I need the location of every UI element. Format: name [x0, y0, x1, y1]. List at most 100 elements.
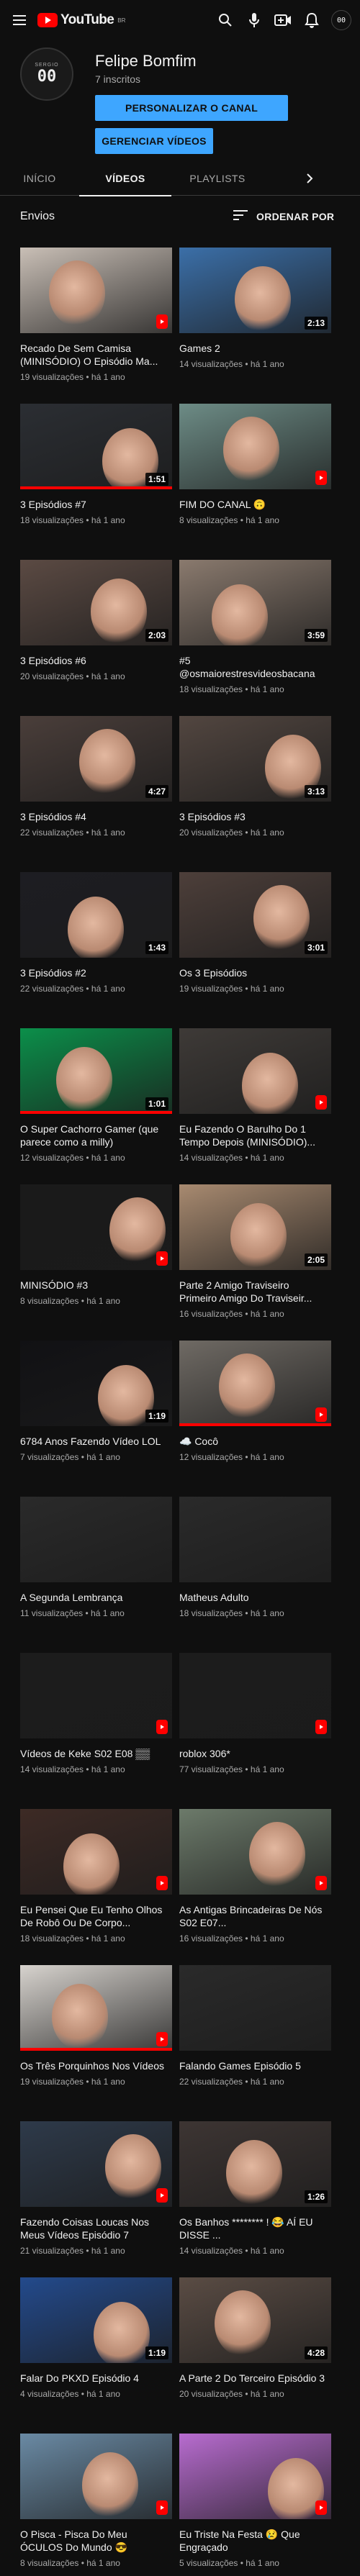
video-card[interactable]: Falando Games Episódio 5 22 visualizações… [179, 1965, 331, 2121]
tab-videos[interactable]: VÍDEOS [79, 161, 171, 196]
video-thumbnail[interactable]: 4:27 [20, 716, 172, 802]
video-card[interactable]: A Segunda Lembrança 11 visualizações • há… [20, 1497, 172, 1653]
video-title[interactable]: Recado De Sem Camisa (MINISÓDIO) O Episó… [20, 342, 172, 368]
video-card[interactable]: Matheus Adulto 18 visualizações • há 1 an… [179, 1497, 331, 1653]
video-thumbnail[interactable] [20, 1809, 172, 1895]
video-card[interactable]: 4:28 A Parte 2 Do Terceiro Episódio 3 20 v… [179, 2277, 331, 2434]
video-title[interactable]: roblox 306* [179, 1747, 331, 1760]
video-thumbnail[interactable]: 2:13 [179, 248, 331, 333]
video-thumbnail[interactable] [20, 1184, 172, 1270]
video-title[interactable]: FIM DO CANAL 🙃 [179, 498, 331, 511]
microphone-icon[interactable] [245, 11, 264, 30]
menu-icon[interactable] [9, 8, 33, 32]
search-icon[interactable] [216, 11, 235, 30]
video-card[interactable]: 3:13 3 Episódios #3 20 visualizações • há … [179, 716, 331, 872]
video-card[interactable]: MINISÓDIO #3 8 visualizações • há 1 ano [20, 1184, 172, 1341]
video-title[interactable]: 3 Episódios #3 [179, 810, 331, 823]
video-thumbnail[interactable] [20, 248, 172, 333]
video-thumbnail[interactable]: 1:19 [20, 1341, 172, 1426]
video-card[interactable]: As Antigas Brincadeiras De Nós S02 E07..… [179, 1809, 331, 1965]
video-thumbnail[interactable] [20, 2121, 172, 2207]
video-thumbnail[interactable]: 3:13 [179, 716, 331, 802]
video-card[interactable]: 2:13 Games 2 14 visualizações • há 1 ano [179, 248, 331, 404]
video-title[interactable]: 3 Episódios #6 [20, 654, 172, 667]
video-card[interactable]: 1:19 6784 Anos Fazendo Vídeo LOL 7 visuali… [20, 1341, 172, 1497]
video-card[interactable]: Os Três Porquinhos Nos Vídeos 19 visualiz… [20, 1965, 172, 2121]
video-card[interactable]: Fazendo Coisas Loucas Nos Meus Vídeos Ep… [20, 2121, 172, 2277]
video-title[interactable]: ☁️ Cocô [179, 1435, 331, 1448]
video-thumbnail[interactable]: 2:05 [179, 1184, 331, 1270]
video-title[interactable]: Falando Games Episódio 5 [179, 2059, 331, 2072]
video-thumbnail[interactable]: 1:01 [20, 1028, 172, 1114]
sort-by-button[interactable]: ORDENAR POR [233, 210, 334, 222]
video-title[interactable]: Fazendo Coisas Loucas Nos Meus Vídeos Ep… [20, 2216, 172, 2241]
video-title[interactable]: Eu Pensei Que Eu Tenho Olhos De Robô Ou … [20, 1903, 172, 1929]
video-title[interactable]: Falar Do PKXD Episódio 4 [20, 2372, 172, 2385]
video-title[interactable]: Eu Triste Na Festa 😢 Que Engraçado [179, 2528, 331, 2554]
video-title[interactable]: Os Banhos ******** ! 😂 AÍ EU DISSE ... [179, 2216, 331, 2241]
video-thumbnail[interactable] [20, 1653, 172, 1738]
notifications-bell-icon[interactable] [302, 11, 321, 30]
video-title[interactable]: 3 Episódios #2 [20, 966, 172, 979]
video-thumbnail[interactable]: 1:43 [20, 872, 172, 958]
video-card[interactable]: O Pisca - Pisca Do Meu ÓCULOS Do Mundo 😎… [20, 2434, 172, 2576]
video-card[interactable]: 3:01 Os 3 Episódios 19 visualizações • há … [179, 872, 331, 1028]
video-title[interactable]: MINISÓDIO #3 [20, 1279, 172, 1292]
video-card[interactable]: Vídeos de Keke S02 E08 ▒▒ 14 visualizaçõe… [20, 1653, 172, 1809]
video-thumbnail[interactable] [179, 404, 331, 489]
video-card[interactable]: Eu Triste Na Festa 😢 Que Engraçado 5 visu… [179, 2434, 331, 2576]
video-title[interactable]: Vídeos de Keke S02 E08 ▒▒ [20, 1747, 172, 1760]
video-thumbnail[interactable]: 1:26 [179, 2121, 331, 2207]
video-card[interactable]: roblox 306* 77 visualizações • há 1 ano [179, 1653, 331, 1809]
video-card[interactable]: Eu Fazendo O Barulho Do 1 Tempo Depois (… [179, 1028, 331, 1184]
manage-videos-button[interactable]: GERENCIAR VÍDEOS [95, 128, 213, 154]
video-thumbnail[interactable] [179, 1809, 331, 1895]
video-card[interactable]: 1:26 Os Banhos ******** ! 😂 AÍ EU DISSE .… [179, 2121, 331, 2277]
video-thumbnail[interactable]: 1:19 [20, 2277, 172, 2363]
customize-channel-button[interactable]: PERSONALIZAR O CANAL [95, 95, 288, 121]
video-card[interactable]: 1:51 3 Episódios #7 18 visualizações • há … [20, 404, 172, 560]
video-title[interactable]: O Pisca - Pisca Do Meu ÓCULOS Do Mundo 😎 [20, 2528, 172, 2554]
create-video-icon[interactable] [274, 11, 292, 30]
video-card[interactable]: 4:27 3 Episódios #4 22 visualizações • há … [20, 716, 172, 872]
video-title[interactable]: Parte 2 Amigo Traviseiro Primeiro Amigo … [179, 1279, 331, 1305]
video-card[interactable]: ☁️ Cocô 12 visualizações • há 1 ano [179, 1341, 331, 1497]
video-thumbnail[interactable] [179, 2434, 331, 2519]
video-card[interactable]: 1:19 Falar Do PKXD Episódio 4 4 visualizaç… [20, 2277, 172, 2434]
video-card[interactable]: 2:03 3 Episódios #6 20 visualizações • há … [20, 560, 172, 716]
video-title[interactable]: A Segunda Lembrança [20, 1591, 172, 1604]
video-title[interactable]: #5 @osmaiorestresvideosbacana [179, 654, 331, 680]
video-card[interactable]: 3:59 #5 @osmaiorestresvideosbacana 18 visu… [179, 560, 331, 716]
video-thumbnail[interactable]: 2:03 [20, 560, 172, 645]
video-thumbnail[interactable] [20, 2434, 172, 2519]
video-thumbnail[interactable]: 4:28 [179, 2277, 331, 2363]
video-title[interactable]: O Super Cachorro Gamer (que parece como … [20, 1123, 172, 1148]
chevron-right-icon[interactable] [302, 171, 317, 186]
video-thumbnail[interactable]: 1:51 [20, 404, 172, 489]
video-title[interactable]: Os Três Porquinhos Nos Vídeos [20, 2059, 172, 2072]
youtube-logo[interactable]: YouTube BR [37, 12, 125, 28]
video-thumbnail[interactable] [179, 1653, 331, 1738]
video-title[interactable]: 3 Episódios #4 [20, 810, 172, 823]
video-thumbnail[interactable] [179, 1341, 331, 1426]
video-title[interactable]: A Parte 2 Do Terceiro Episódio 3 [179, 2372, 331, 2385]
video-title[interactable]: Matheus Adulto [179, 1591, 331, 1604]
video-card[interactable]: Recado De Sem Camisa (MINISÓDIO) O Episó… [20, 248, 172, 404]
video-title[interactable]: Eu Fazendo O Barulho Do 1 Tempo Depois (… [179, 1123, 331, 1148]
account-avatar[interactable]: 00 [331, 10, 351, 30]
video-card[interactable]: Eu Pensei Que Eu Tenho Olhos De Robô Ou … [20, 1809, 172, 1965]
video-thumbnail[interactable] [179, 1965, 331, 2051]
video-card[interactable]: FIM DO CANAL 🙃 8 visualizações • há 1 ano [179, 404, 331, 560]
video-title[interactable]: 6784 Anos Fazendo Vídeo LOL [20, 1435, 172, 1448]
video-title[interactable]: As Antigas Brincadeiras De Nós S02 E07..… [179, 1903, 331, 1929]
video-thumbnail[interactable] [179, 1028, 331, 1114]
tab-playlists[interactable]: PLAYLISTS [171, 161, 264, 196]
tab-home[interactable]: INÍCIO [0, 161, 79, 196]
video-title[interactable]: Games 2 [179, 342, 331, 355]
video-thumbnail[interactable] [20, 1965, 172, 2051]
video-thumbnail[interactable]: 3:01 [179, 872, 331, 958]
video-thumbnail[interactable]: 3:59 [179, 560, 331, 645]
video-title[interactable]: 3 Episódios #7 [20, 498, 172, 511]
video-title[interactable]: Os 3 Episódios [179, 966, 331, 979]
video-card[interactable]: 1:43 3 Episódios #2 22 visualizações • há … [20, 872, 172, 1028]
